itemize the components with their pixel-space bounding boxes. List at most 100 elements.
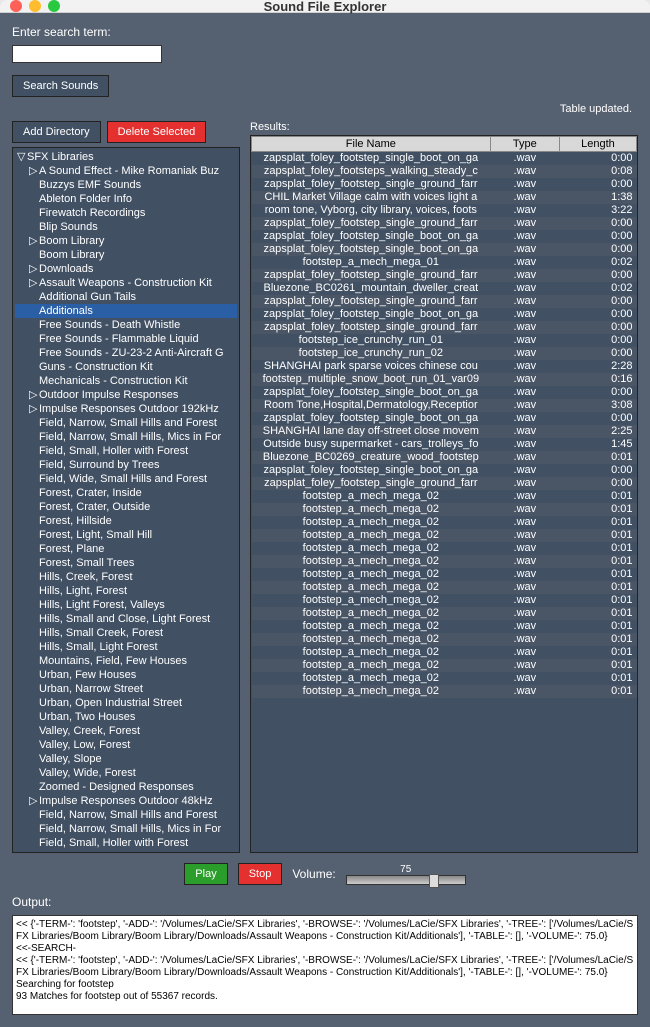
tree-item[interactable]: Valley, Low, Forest xyxy=(15,738,237,752)
tree-item[interactable]: Field, Small, Holler with Forest xyxy=(15,444,237,458)
tree-item[interactable]: ▷Outdoor Impulse Responses xyxy=(15,388,237,402)
tree-item[interactable]: Field, Surround by Trees xyxy=(15,458,237,472)
table-row[interactable]: Bluezone_BC0269_creature_wood_footstep.w… xyxy=(252,451,637,464)
col-header-length[interactable]: Length xyxy=(559,137,636,152)
tree-item[interactable]: Hills, Small Creek, Forest xyxy=(15,626,237,640)
table-row[interactable]: footstep_ice_crunchy_run_01.wav0:00 xyxy=(252,334,637,347)
tree-item[interactable]: Hills, Small, Light Forest xyxy=(15,640,237,654)
table-row[interactable]: footstep_a_mech_mega_02.wav0:01 xyxy=(252,555,637,568)
tree-item[interactable]: Forest, Light, Small Hill xyxy=(15,528,237,542)
table-row[interactable]: zapsplat_foley_footstep_single_boot_on_g… xyxy=(252,308,637,321)
table-row[interactable]: footstep_a_mech_mega_02.wav0:01 xyxy=(252,672,637,685)
table-row[interactable]: footstep_a_mech_mega_02.wav0:01 xyxy=(252,581,637,594)
table-row[interactable]: footstep_a_mech_mega_02.wav0:01 xyxy=(252,633,637,646)
table-row[interactable]: CHIL Market Village calm with voices lig… xyxy=(252,191,637,204)
tree-item[interactable]: Free Sounds - Death Whistle xyxy=(15,318,237,332)
table-row[interactable]: SHANGHAI lane day off-street close movem… xyxy=(252,425,637,438)
tree-item[interactable]: Free Sounds - Flammable Liquid xyxy=(15,332,237,346)
table-row[interactable]: footstep_a_mech_mega_02.wav0:01 xyxy=(252,503,637,516)
tree-item[interactable]: Hills, Small and Close, Light Forest xyxy=(15,612,237,626)
volume-slider[interactable] xyxy=(346,875,466,885)
minimize-icon[interactable] xyxy=(29,0,41,12)
maximize-icon[interactable] xyxy=(48,0,60,12)
tree-item[interactable]: Hills, Light, Forest xyxy=(15,584,237,598)
tree-root[interactable]: ▽SFX Libraries xyxy=(15,150,237,164)
tree-item[interactable]: Boom Library xyxy=(15,248,237,262)
table-row[interactable]: Outside busy supermarket - cars_trolleys… xyxy=(252,438,637,451)
add-directory-button[interactable]: Add Directory xyxy=(12,121,101,143)
table-row[interactable]: footstep_a_mech_mega_02.wav0:01 xyxy=(252,685,637,698)
close-icon[interactable] xyxy=(10,0,22,12)
tree-item[interactable]: Additional Gun Tails xyxy=(15,290,237,304)
results-table[interactable]: File Name Type Length zapsplat_foley_foo… xyxy=(251,136,637,852)
table-row[interactable]: zapsplat_foley_footstep_single_boot_on_g… xyxy=(252,386,637,399)
tree-item[interactable]: ▷Assault Weapons - Construction Kit xyxy=(15,276,237,290)
tree-item[interactable]: ▷Boom Library xyxy=(15,234,237,248)
tree-item[interactable]: Urban, Two Houses xyxy=(15,710,237,724)
table-row[interactable]: footstep_a_mech_mega_02.wav0:01 xyxy=(252,607,637,620)
table-row[interactable]: zapsplat_foley_footstep_single_boot_on_g… xyxy=(252,464,637,477)
tree-item[interactable]: Hills, Creek, Forest xyxy=(15,570,237,584)
tree-item[interactable]: Field, Narrow, Small Hills and Forest xyxy=(15,808,237,822)
tree-item[interactable]: Free Sounds - ZU-23-2 Anti-Aircraft G xyxy=(15,346,237,360)
table-row[interactable]: footstep_a_mech_mega_02.wav0:01 xyxy=(252,568,637,581)
tree-item[interactable]: Valley, Slope xyxy=(15,752,237,766)
tree-item[interactable]: Forest, Hillside xyxy=(15,514,237,528)
tree-item[interactable]: Mountains, Field, Few Houses xyxy=(15,654,237,668)
table-row[interactable]: footstep_a_mech_mega_02.wav0:01 xyxy=(252,516,637,529)
tree-item[interactable]: Field, Wide, Small Hills and Forest xyxy=(15,472,237,486)
table-row[interactable]: footstep_ice_crunchy_run_02.wav0:00 xyxy=(252,347,637,360)
table-row[interactable]: Room Tone,Hospital,Dermatology,Receptior… xyxy=(252,399,637,412)
tree-item[interactable]: ▷Downloads xyxy=(15,262,237,276)
tree-item[interactable]: Forest, Plane xyxy=(15,542,237,556)
output-box[interactable]: << {'-TERM-': 'footstep', '-ADD-': '/Vol… xyxy=(12,915,638,1015)
tree-item[interactable]: Forest, Small Trees xyxy=(15,556,237,570)
tree-item[interactable]: Guns - Construction Kit xyxy=(15,360,237,374)
tree-item[interactable]: Urban, Narrow Street xyxy=(15,682,237,696)
table-row[interactable]: zapsplat_foley_footstep_single_ground_fa… xyxy=(252,321,637,334)
tree-item[interactable]: ▷Impulse Responses Outdoor 192kHz xyxy=(15,402,237,416)
tree-item[interactable]: Urban, Open Industrial Street xyxy=(15,696,237,710)
table-row[interactable]: footstep_a_mech_mega_01.wav0:02 xyxy=(252,256,637,269)
table-row[interactable]: footstep_a_mech_mega_02.wav0:01 xyxy=(252,620,637,633)
table-row[interactable]: zapsplat_foley_footstep_single_boot_on_g… xyxy=(252,152,637,166)
table-row[interactable]: Bluezone_BC0261_mountain_dweller_creat.w… xyxy=(252,282,637,295)
tree-item[interactable]: Forest, Crater, Inside xyxy=(15,486,237,500)
table-row[interactable]: footstep_a_mech_mega_02.wav0:01 xyxy=(252,594,637,607)
table-row[interactable]: SHANGHAI park sparse voices chinese cou.… xyxy=(252,360,637,373)
tree-item[interactable]: Forest, Crater, Outside xyxy=(15,500,237,514)
play-button[interactable]: Play xyxy=(184,863,227,885)
table-row[interactable]: footstep_a_mech_mega_02.wav0:01 xyxy=(252,490,637,503)
tree-item[interactable]: Additionals xyxy=(15,304,237,318)
table-row[interactable]: room tone, Vyborg, city library, voices,… xyxy=(252,204,637,217)
col-header-type[interactable]: Type xyxy=(490,137,559,152)
table-row[interactable]: zapsplat_foley_footstep_single_ground_fa… xyxy=(252,178,637,191)
tree-item[interactable]: ▷A Sound Effect - Mike Romaniak Buz xyxy=(15,164,237,178)
table-row[interactable]: footstep_multiple_snow_boot_run_01_var09… xyxy=(252,373,637,386)
tree-item[interactable]: Firewatch Recordings xyxy=(15,206,237,220)
delete-selected-button[interactable]: Delete Selected xyxy=(107,121,207,143)
table-row[interactable]: zapsplat_foley_footstep_single_boot_on_g… xyxy=(252,230,637,243)
tree-item[interactable]: Field, Small, Holler with Forest xyxy=(15,836,237,850)
table-row[interactable]: zapsplat_foley_footstep_single_boot_on_g… xyxy=(252,412,637,425)
directory-tree[interactable]: ▽SFX Libraries▷A Sound Effect - Mike Rom… xyxy=(12,147,240,853)
table-row[interactable]: footstep_a_mech_mega_02.wav0:01 xyxy=(252,529,637,542)
table-row[interactable]: zapsplat_foley_footstep_single_boot_on_g… xyxy=(252,243,637,256)
table-row[interactable]: zapsplat_foley_footstep_single_ground_fa… xyxy=(252,217,637,230)
tree-item[interactable]: Mechanicals - Construction Kit xyxy=(15,374,237,388)
table-row[interactable]: zapsplat_foley_footstep_single_ground_fa… xyxy=(252,295,637,308)
col-header-filename[interactable]: File Name xyxy=(252,137,491,152)
tree-item[interactable]: ▷Impulse Responses Outdoor 48kHz xyxy=(15,794,237,808)
slider-thumb[interactable] xyxy=(429,874,439,888)
tree-item[interactable]: Ableton Folder Info xyxy=(15,192,237,206)
tree-item[interactable]: Blip Sounds xyxy=(15,220,237,234)
table-row[interactable]: footstep_a_mech_mega_02.wav0:01 xyxy=(252,659,637,672)
search-button[interactable]: Search Sounds xyxy=(12,75,109,97)
tree-item[interactable]: Buzzys EMF Sounds xyxy=(15,178,237,192)
tree-item[interactable]: Zoomed - Designed Responses xyxy=(15,780,237,794)
table-row[interactable]: zapsplat_foley_footstep_single_ground_fa… xyxy=(252,269,637,282)
table-row[interactable]: zapsplat_foley_footsteps_walking_steady_… xyxy=(252,165,637,178)
tree-item[interactable]: Field, Narrow, Small Hills, Mics in For xyxy=(15,822,237,836)
tree-item[interactable]: Valley, Creek, Forest xyxy=(15,724,237,738)
search-input[interactable] xyxy=(12,45,162,63)
